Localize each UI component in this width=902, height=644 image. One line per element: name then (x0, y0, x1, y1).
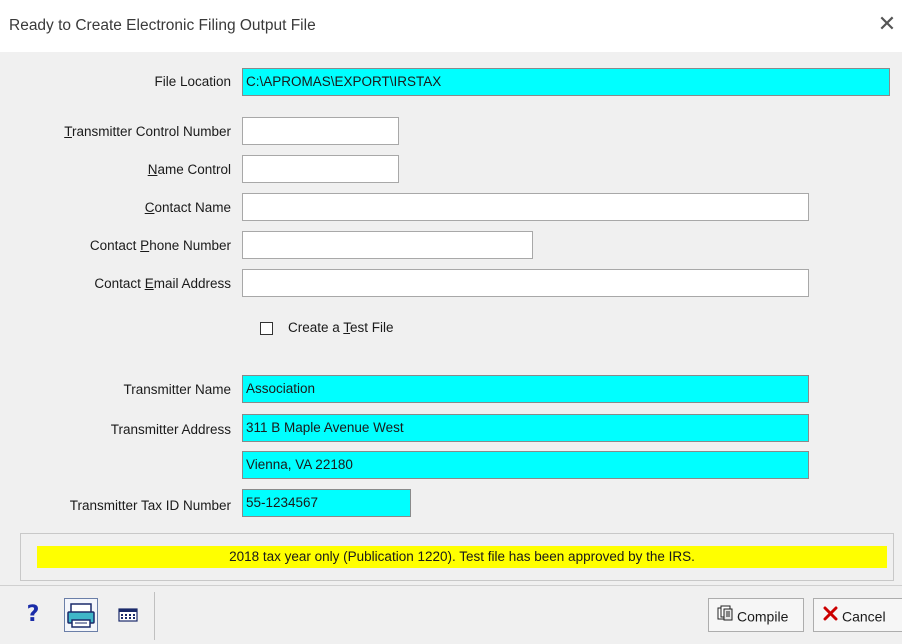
compile-icon (717, 600, 733, 632)
compile-button[interactable]: Compile (708, 598, 804, 632)
compile-label: Compile (737, 608, 789, 625)
transmitter-control-number-field[interactable] (242, 117, 399, 145)
dialog-body: File Location C:\APROMAS\EXPORT\IRSTAX T… (0, 52, 902, 644)
cancel-button[interactable]: Cancel (813, 598, 902, 632)
transmitter-name-field[interactable]: Association (242, 375, 809, 403)
notice-message: 2018 tax year only (Publication 1220). T… (37, 546, 887, 568)
name-control-label: Name Control (147, 162, 231, 177)
contact-phone-label: Contact Phone Number (89, 238, 231, 253)
test-file-checkbox[interactable] (260, 322, 273, 335)
transmitter-address-line1-field[interactable]: 311 B Maple Avenue West (242, 414, 809, 442)
bottom-toolbar: ? Compile Cancel (0, 585, 902, 644)
printer-icon[interactable] (64, 598, 98, 632)
transmitter-address-line2-field[interactable]: Vienna, VA 22180 (242, 451, 809, 479)
name-control-field[interactable] (242, 155, 399, 183)
transmitter-tax-id-label: Transmitter Tax ID Number (69, 498, 231, 513)
transmitter-address-label: Transmitter Address (110, 422, 231, 437)
contact-name-field[interactable] (242, 193, 809, 221)
transmitter-tax-id-field[interactable]: 55-1234567 (242, 489, 411, 517)
window-title: Ready to Create Electronic Filing Output… (9, 17, 316, 34)
cancel-label: Cancel (842, 608, 886, 625)
contact-email-field[interactable] (242, 269, 809, 297)
contact-phone-field[interactable] (242, 231, 533, 259)
notice-panel: 2018 tax year only (Publication 1220). T… (20, 533, 894, 581)
transmitter-name-label: Transmitter Name (123, 382, 231, 397)
help-icon[interactable]: ? (18, 598, 48, 632)
test-file-label: Create a Test File (288, 320, 394, 335)
contact-name-label: Contact Name (144, 200, 231, 215)
contact-email-label: Contact Email Address (94, 276, 231, 291)
file-location-field[interactable]: C:\APROMAS\EXPORT\IRSTAX (242, 68, 890, 96)
transmitter-control-number-label: Transmitter Control Number (64, 124, 231, 139)
file-location-label: File Location (154, 74, 231, 89)
cancel-x-icon (823, 600, 838, 632)
calculator-icon[interactable] (114, 598, 144, 632)
title-bar: Ready to Create Electronic Filing Output… (0, 0, 902, 52)
close-icon[interactable]: ✕ (876, 14, 898, 36)
toolbar-separator (154, 592, 155, 640)
